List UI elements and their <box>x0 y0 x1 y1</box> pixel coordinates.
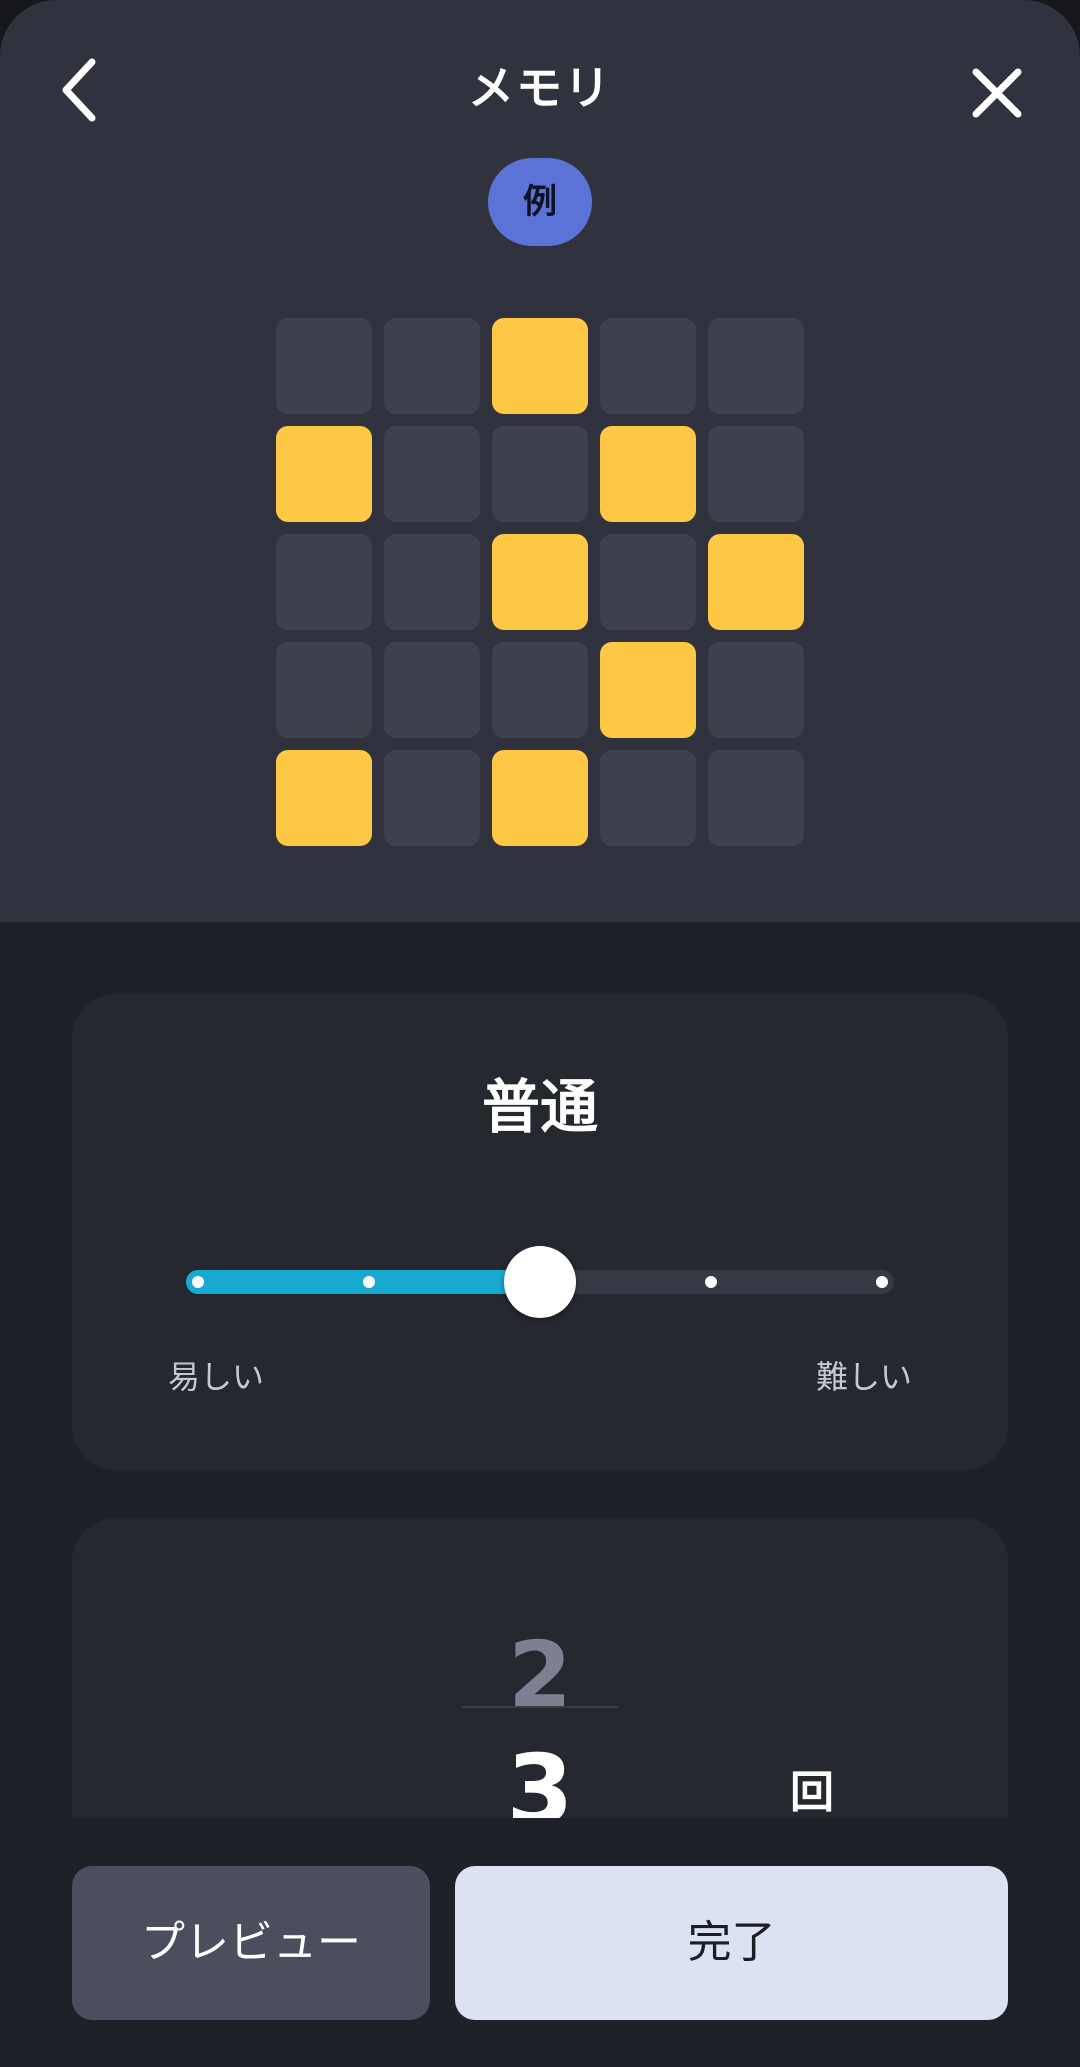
grid-cell-lit <box>276 750 372 846</box>
difficulty-level-label: 普通 <box>481 1073 598 1141</box>
preview-button[interactable]: プレビュー <box>72 1866 430 2020</box>
grid-cell <box>492 426 588 522</box>
slider-thumb[interactable] <box>504 1246 576 1318</box>
example-panel: メモリ 例 <box>0 0 1080 922</box>
repeat-count-card: 2 3 回 <box>72 1518 1008 1818</box>
grid-cell <box>276 534 372 630</box>
close-icon <box>972 68 1022 118</box>
grid-cell <box>492 642 588 738</box>
page-title: メモリ <box>468 61 612 115</box>
difficulty-card: 普通 易しい 難しい <box>72 994 1008 1470</box>
memory-grid <box>276 318 804 846</box>
picker-divider <box>462 1706 618 1708</box>
difficulty-slider[interactable] <box>186 1246 894 1318</box>
grid-cell <box>384 750 480 846</box>
grid-cell <box>384 426 480 522</box>
slider-step-dot[interactable] <box>876 1276 888 1288</box>
picker-prev-value[interactable]: 2 <box>72 1622 1008 1729</box>
grid-cell <box>276 642 372 738</box>
grid-cell <box>384 318 480 414</box>
grid-cell-lit <box>708 534 804 630</box>
grid-cell <box>384 534 480 630</box>
grid-cell <box>708 642 804 738</box>
grid-cell-lit <box>492 750 588 846</box>
grid-cell-lit <box>276 426 372 522</box>
picker-current-value[interactable]: 3 <box>72 1734 1008 1818</box>
slider-step-dot[interactable] <box>363 1276 375 1288</box>
grid-cell <box>600 534 696 630</box>
unit-label: 回 <box>790 1767 834 1818</box>
grid-cell-lit <box>600 642 696 738</box>
slider-step-dot[interactable] <box>705 1276 717 1288</box>
grid-cell-lit <box>600 426 696 522</box>
close-button[interactable] <box>960 56 1032 128</box>
grid-cell <box>708 318 804 414</box>
hard-label: 難しい <box>815 1358 912 1396</box>
grid-cell-lit <box>492 318 588 414</box>
example-badge: 例 <box>488 158 592 246</box>
grid-cell-lit <box>492 534 588 630</box>
easy-label: 易しい <box>168 1358 265 1396</box>
grid-cell <box>600 750 696 846</box>
grid-cell <box>276 318 372 414</box>
grid-cell <box>600 318 696 414</box>
grid-cell <box>708 426 804 522</box>
grid-cell <box>708 750 804 846</box>
done-button[interactable]: 完了 <box>455 1866 1008 2020</box>
slider-step-dot[interactable] <box>192 1276 204 1288</box>
grid-cell <box>384 642 480 738</box>
